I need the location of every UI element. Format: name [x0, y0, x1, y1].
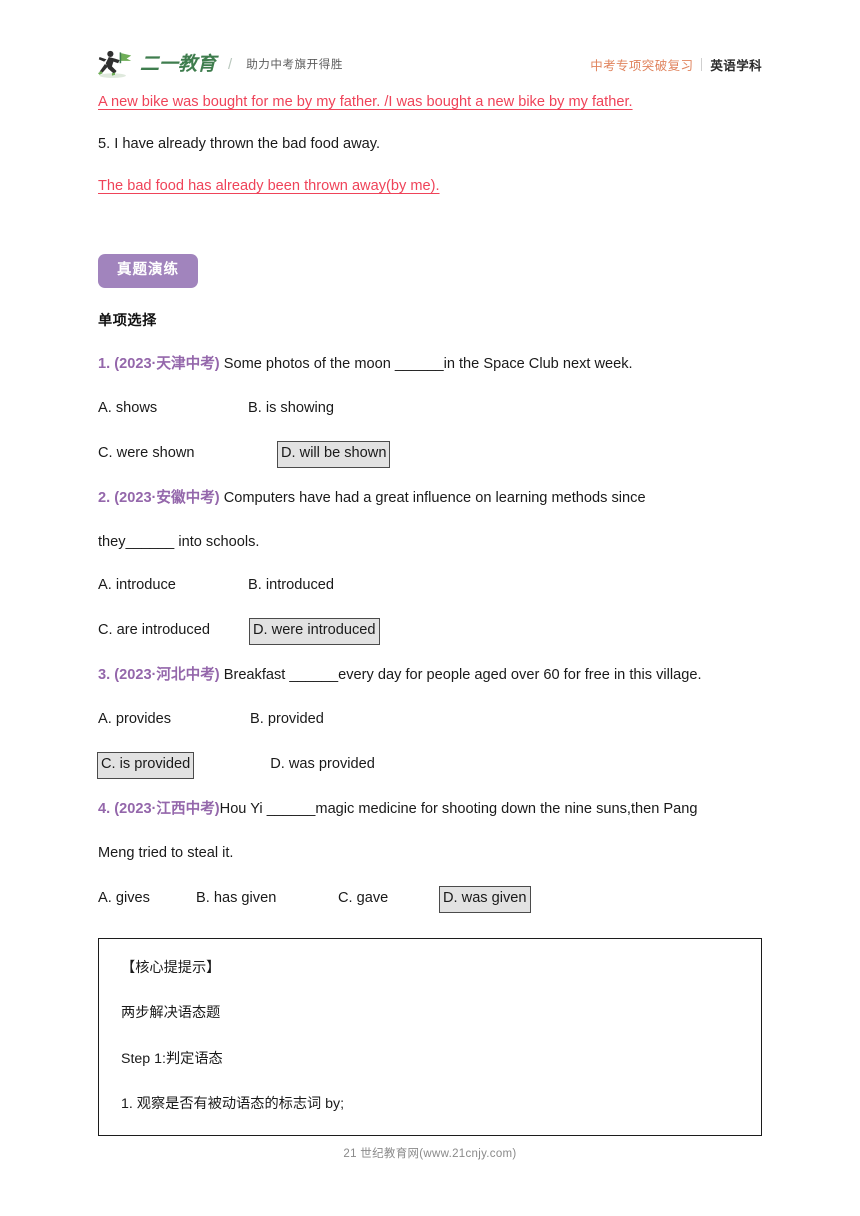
question-item-5: 5. I have already thrown the bad food aw…	[98, 136, 381, 153]
brand-name: 二一教育	[140, 53, 217, 75]
option-c[interactable]: C. gave	[338, 888, 440, 910]
option-row: C. is provided D. was provided	[97, 751, 762, 779]
tip-subtitle: 两步解决语态题	[121, 1005, 221, 1022]
practice-badge-wrap: 真题演练	[98, 254, 762, 288]
option-b[interactable]: B. has given	[196, 888, 338, 910]
question-1: 1. (2023·天津中考) Some photos of the moon _…	[98, 354, 762, 468]
answer-text: A new bike was bought for me by my fathe…	[98, 94, 633, 110]
question-text: Hou Yi ______magic medicine for shooting…	[219, 800, 698, 817]
question-text: Some photos of the moon ______in the Spa…	[223, 355, 633, 372]
brand-divider: /	[228, 55, 233, 73]
option-a[interactable]: A. provides	[98, 709, 250, 731]
option-d-selected[interactable]: D. will be shown	[277, 440, 391, 468]
question-number: 1.	[98, 355, 111, 372]
course-label: 中考专项突破复习	[590, 58, 694, 73]
question-text: Breakfast ______every day for people age…	[223, 667, 702, 684]
tip-point: 1. 观察是否有被动语态的标志词 by;	[121, 1095, 345, 1112]
answer-line-5: The bad food has already been thrown awa…	[98, 176, 762, 197]
option-row: C. are introduced D. were introduced	[98, 618, 762, 646]
subject-label: 英语学科	[710, 58, 762, 73]
question-stem: 2. (2023·安徽中考) Computers have had a grea…	[98, 488, 762, 510]
option-d-selected[interactable]: D. was given	[439, 885, 531, 913]
option-a[interactable]: A. gives	[98, 888, 196, 910]
brand-logo: 二一教育 / 助力中考旗开得胜	[98, 47, 343, 81]
question-4: 4. (2023·江西中考)Hou Yi ______magic medicin…	[98, 799, 762, 913]
question-source: (2023·天津中考)	[114, 355, 220, 372]
running-figure-flag-icon	[98, 50, 132, 78]
question-stem: 1. (2023·天津中考) Some photos of the moon _…	[98, 354, 762, 376]
option-b[interactable]: B. introduced	[248, 575, 334, 597]
question-stem-continued: they______ into schools.	[98, 533, 260, 550]
brand-tagline: 助力中考旗开得胜	[246, 59, 343, 71]
tip-step: Step 1:判定语态	[121, 1050, 223, 1067]
option-row: A. introduce B. introduced	[98, 575, 762, 597]
option-d[interactable]: D. was provided	[270, 754, 375, 776]
tip-title: 【核心提提示】	[121, 960, 221, 976]
question-number: 3.	[98, 667, 111, 684]
option-row: A. provides B. provided	[98, 709, 762, 731]
option-row: C. were shown D. will be shown	[98, 440, 762, 468]
question-stem-continued: Meng tried to steal it.	[98, 844, 234, 861]
practice-badge: 真题演练	[98, 254, 198, 288]
option-c-selected[interactable]: C. is provided	[97, 751, 195, 779]
document-page: 二一教育 / 助力中考旗开得胜 中考专项突破复习 英语学科 A new bike…	[0, 0, 860, 1216]
question-source: (2023·江西中考)	[114, 800, 220, 817]
page-header: 二一教育 / 助力中考旗开得胜 中考专项突破复习 英语学科	[0, 44, 860, 84]
question-3: 3. (2023·河北中考) Breakfast ______every day…	[97, 665, 762, 779]
question-number: 4.	[98, 800, 111, 817]
option-b[interactable]: B. is showing	[248, 398, 334, 420]
option-c[interactable]: C. are introduced	[98, 620, 250, 642]
option-row: A. gives B. has given C. gave D. was giv…	[98, 885, 762, 913]
option-row: A. shows B. is showing	[98, 398, 762, 420]
option-d-selected[interactable]: D. were introduced	[249, 618, 380, 646]
question-number: 2.	[98, 489, 111, 506]
question-stem: 3. (2023·河北中考) Breakfast ______every day…	[98, 665, 762, 687]
option-a[interactable]: A. introduce	[98, 575, 248, 597]
page-footer: 21 世纪教育网(www.21cnjy.com)	[343, 1148, 517, 1160]
option-a[interactable]: A. shows	[98, 398, 248, 420]
question-source: (2023·安徽中考)	[114, 489, 220, 506]
header-separator	[701, 57, 703, 71]
question-source: (2023·河北中考)	[114, 667, 220, 684]
document-body: A new bike was bought for me by my fathe…	[97, 92, 762, 933]
question-stem: 4. (2023·江西中考)Hou Yi ______magic medicin…	[98, 799, 762, 821]
option-b[interactable]: B. provided	[250, 709, 324, 731]
answer-line-4: A new bike was bought for me by my fathe…	[98, 92, 762, 113]
core-tip-box: 【核心提提示】 两步解决语态题 Step 1:判定语态 1. 观察是否有被动语态…	[98, 938, 762, 1137]
question-text: Computers have had a great influence on …	[223, 489, 646, 506]
vertical-spacer	[98, 218, 762, 254]
option-c[interactable]: C. were shown	[98, 443, 278, 465]
header-meta: 中考专项突破复习 英语学科	[590, 55, 762, 74]
answer-text: The bad food has already been thrown awa…	[98, 178, 440, 195]
question-2: 2. (2023·安徽中考) Computers have had a grea…	[98, 488, 762, 646]
section-title-multiple-choice: 单项选择	[98, 312, 157, 329]
